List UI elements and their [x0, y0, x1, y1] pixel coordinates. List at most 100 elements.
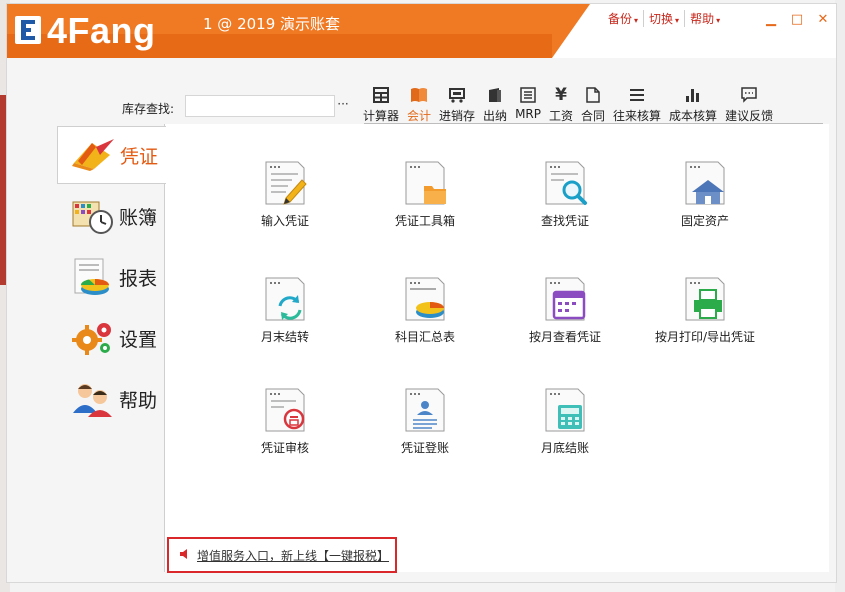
wallet-icon — [488, 85, 502, 105]
people-icon — [69, 379, 117, 419]
fixed-assets-icon — [682, 160, 728, 206]
sidebar-item-help[interactable]: 帮助 — [57, 370, 165, 428]
func-voucher-audit[interactable]: 凭证审核 — [225, 387, 345, 456]
monthly-view-icon — [542, 276, 588, 322]
window-controls: ▁ □ ✕ — [758, 10, 836, 30]
brand-logo-text: 4Fang — [47, 10, 156, 51]
func-find-voucher[interactable]: 查找凭证 — [505, 160, 625, 229]
book-icon — [410, 85, 428, 105]
tool-inventory-label: 进销存 — [439, 109, 476, 123]
tool-cashier-label: 出纳 — [483, 109, 508, 123]
menu-switch[interactable]: 切换 ▾ — [644, 10, 686, 27]
mrp-icon — [520, 85, 536, 105]
value-added-service-link[interactable]: 增值服务入口，新上线【一键报税】 — [167, 537, 397, 573]
inventory-search-input[interactable] — [185, 95, 335, 117]
tool-mrp[interactable]: MRP — [511, 85, 545, 124]
tool-calculator-label: 计算器 — [363, 109, 400, 123]
func-print-export[interactable]: 按月打印/导出凭证 — [645, 276, 765, 345]
tool-feedback[interactable]: 建议反馈 — [721, 85, 777, 124]
sidebar: 凭证 账簿 报表 设置 帮助 — [57, 126, 166, 431]
sidebar-item-label: 账簿 — [119, 206, 158, 229]
tool-contract-label: 合同 — [581, 109, 606, 123]
cart-icon — [448, 85, 466, 105]
voucher-audit-icon — [262, 387, 308, 433]
func-find-voucher-label: 查找凭证 — [540, 214, 589, 228]
func-month-end-transfer[interactable]: 月末结转 — [225, 276, 345, 345]
ledger-clock-icon — [69, 196, 117, 236]
voucher-pen-icon — [70, 135, 118, 175]
func-subject-summary[interactable]: 科目汇总表 — [365, 276, 485, 345]
func-voucher-toolbox-label: 凭证工具箱 — [394, 214, 455, 228]
month-end-transfer-icon — [262, 276, 308, 322]
func-fixed-assets-label: 固定资产 — [680, 214, 729, 228]
func-monthly-view[interactable]: 按月查看凭证 — [505, 276, 625, 345]
print-export-icon — [682, 276, 728, 322]
value-added-service-text: 增值服务入口，新上线【一键报税】 — [197, 548, 390, 563]
tool-accounting[interactable]: 会计 — [403, 85, 435, 124]
tool-inventory[interactable]: 进销存 — [435, 85, 479, 124]
sidebar-item-settings[interactable]: 设置 — [57, 309, 165, 367]
gears-icon — [69, 318, 117, 358]
menu-backup[interactable]: 备份 ▾ — [603, 10, 645, 27]
tool-cashier[interactable]: 出纳 — [479, 85, 511, 124]
chat-icon — [741, 85, 757, 105]
menu-help-label: 帮助 — [690, 12, 715, 26]
yen-icon: ¥ — [555, 85, 567, 105]
func-print-export-label: 按月打印/导出凭证 — [654, 330, 756, 344]
menu-backup-label: 备份 — [608, 12, 633, 26]
sidebar-item-label: 帮助 — [119, 389, 158, 412]
report-chart-icon — [69, 257, 117, 297]
tool-contract[interactable]: 合同 — [577, 85, 609, 124]
tool-feedback-label: 建议反馈 — [725, 109, 774, 123]
document-icon — [586, 85, 600, 105]
voucher-toolbox-icon — [402, 160, 448, 206]
sidebar-item-report[interactable]: 报表 — [57, 248, 165, 306]
func-month-close-label: 月底结账 — [540, 441, 589, 455]
inventory-search-label: 库存查找: — [122, 102, 175, 116]
minimize-icon[interactable]: ▁ — [758, 10, 784, 30]
maximize-icon[interactable]: □ — [784, 10, 810, 30]
voucher-posting-icon — [402, 387, 448, 433]
search-more-button[interactable]: ··· — [335, 95, 351, 117]
tool-cost-label: 成本核算 — [669, 109, 718, 123]
chevron-down-icon: ▾ — [716, 16, 721, 25]
content-panel: 输入凭证 凭证工具箱 查找凭证 固定资产 月末结转 科目汇总表 按月查看凭证 按… — [164, 124, 829, 572]
func-monthly-view-label: 按月查看凭证 — [528, 330, 601, 344]
func-input-voucher[interactable]: 输入凭证 — [225, 160, 345, 229]
tool-salary[interactable]: ¥ 工资 — [545, 85, 577, 124]
main-window: 4Fang 1 @ 2019 演示账套 备份 ▾ 切换 ▾ 帮助 ▾ ▁ □ ✕ 库存… — [6, 3, 837, 583]
func-subject-summary-label: 科目汇总表 — [394, 330, 455, 344]
sidebar-item-label: 凭证 — [120, 145, 159, 168]
chevron-down-icon: ▾ — [634, 16, 639, 25]
sidebar-item-voucher[interactable]: 凭证 — [57, 126, 166, 184]
window-title: 1 @ 2019 演示账套 — [203, 15, 341, 33]
func-input-voucher-label: 输入凭证 — [260, 214, 309, 228]
func-voucher-audit-label: 凭证审核 — [260, 441, 309, 455]
tool-cost[interactable]: 成本核算 — [665, 85, 721, 124]
menu-switch-label: 切换 — [649, 12, 674, 26]
func-voucher-posting[interactable]: 凭证登账 — [365, 387, 485, 456]
tool-calculator[interactable]: 计算器 — [359, 85, 403, 124]
tool-accounts[interactable]: 往来核算 — [609, 85, 665, 124]
sidebar-item-label: 设置 — [119, 328, 158, 351]
chevron-down-icon: ▾ — [675, 16, 680, 25]
input-voucher-icon — [262, 160, 308, 206]
func-voucher-toolbox[interactable]: 凭证工具箱 — [365, 160, 485, 229]
logo-icon — [15, 16, 41, 44]
find-voucher-icon — [542, 160, 588, 206]
menu-help[interactable]: 帮助 ▾ — [685, 10, 725, 27]
bar-chart-icon — [685, 85, 701, 105]
close-icon[interactable]: ✕ — [810, 10, 836, 30]
func-fixed-assets[interactable]: 固定资产 — [645, 160, 765, 229]
calculator-icon — [373, 85, 389, 105]
func-month-close[interactable]: 月底结账 — [505, 387, 625, 456]
speaker-icon — [179, 548, 191, 563]
tool-salary-label: 工资 — [549, 109, 574, 123]
top-menu-bar: 备份 ▾ 切换 ▾ 帮助 ▾ — [603, 10, 725, 27]
title-bar: 4Fang 1 @ 2019 演示账套 备份 ▾ 切换 ▾ 帮助 ▾ ▁ □ ✕ — [7, 4, 836, 58]
subject-summary-icon — [402, 276, 448, 322]
sidebar-item-ledger[interactable]: 账簿 — [57, 187, 165, 245]
month-close-icon — [542, 387, 588, 433]
func-voucher-posting-label: 凭证登账 — [400, 441, 449, 455]
sidebar-item-label: 报表 — [119, 267, 158, 290]
